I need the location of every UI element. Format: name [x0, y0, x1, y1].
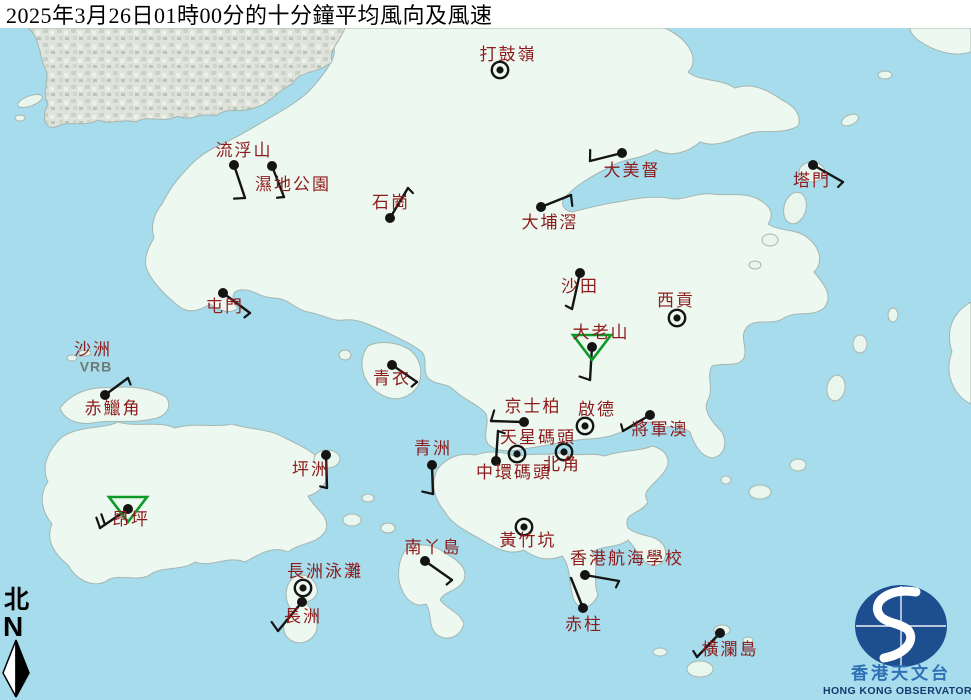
station-label: 大老山 [573, 323, 630, 342]
station-dot [297, 597, 307, 607]
station-label: 長洲 [284, 607, 322, 626]
station-label: 沙洲 [74, 340, 112, 359]
station-label: 青洲 [414, 439, 452, 458]
station-label: 濕地公園 [255, 175, 331, 194]
station-label: 赤鱲角 [85, 399, 142, 418]
station-label: 流浮山 [216, 141, 273, 160]
station-label: 屯門 [206, 297, 244, 316]
station-dot [580, 570, 590, 580]
station-label: 天星碼頭 [500, 428, 576, 447]
station-label: 京士柏 [505, 397, 562, 416]
calm-dot [581, 422, 589, 430]
station-dot [385, 213, 395, 223]
station-label: 赤柱 [565, 615, 603, 634]
station-label: 北角 [543, 455, 581, 474]
variable-wind-label: VRB [80, 359, 113, 375]
station-label: 香港航海學校 [570, 549, 684, 568]
station-dot [536, 202, 546, 212]
station-label: 石崗 [372, 193, 410, 212]
calm-dot [673, 314, 681, 322]
wind-barb [569, 193, 574, 208]
station-label: 西貢 [657, 291, 695, 310]
station-label: 塔門 [793, 171, 831, 190]
station-label: 將軍澳 [632, 420, 689, 439]
station-dot [808, 160, 818, 170]
station-label: 橫瀾島 [702, 640, 759, 659]
station-label: 沙田 [561, 277, 599, 296]
station-dot [587, 342, 597, 352]
station-dot [420, 556, 430, 566]
station-label: 青衣 [373, 369, 411, 388]
station-dot [617, 148, 627, 158]
station-dot [645, 410, 655, 420]
wind-map: 打鼓嶺流浮山濕地公園石崗 大美督塔門大埔滘沙田西貢 屯門沙洲VRB 赤鱲角 大老山青衣京… [0, 0, 971, 700]
calm-dot [513, 450, 521, 458]
calm-dot [520, 523, 528, 531]
map-title: 2025年3月26日01時00分的十分鐘平均風向及風速 [6, 3, 493, 28]
north-label-en: N [3, 611, 23, 642]
station-label: 中環碼頭 [476, 463, 552, 482]
hko-logo-name-en: HONG KONG OBSERVATORY [823, 685, 971, 697]
title-bar: 2025年3月26日01時00分的十分鐘平均風向及風速 [0, 0, 971, 28]
north-label-cn: 北 [4, 586, 29, 614]
calm-dot [299, 584, 307, 592]
station-label: 長洲泳灘 [287, 562, 363, 581]
hko-logo-name-cn: 香港天文台 [851, 663, 951, 683]
station-dot [229, 160, 239, 170]
station-dot [578, 603, 588, 613]
wind-barb [319, 485, 329, 490]
wind-barb [232, 196, 247, 200]
station-dot [519, 417, 529, 427]
station-dot [715, 628, 725, 638]
station-label: 啟德 [578, 400, 616, 419]
station-label: 昂坪 [112, 510, 150, 529]
station-label: 南丫島 [405, 538, 462, 557]
station-dot [427, 460, 437, 470]
station-label: 黃竹坑 [500, 531, 557, 550]
station-dot [267, 161, 277, 171]
station-label: 大埔滘 [522, 213, 579, 232]
station-dot [321, 450, 331, 460]
calm-dot [496, 66, 504, 74]
station-label: 大美督 [604, 161, 661, 180]
wind-barb [275, 195, 286, 199]
station-label: 坪洲 [292, 460, 330, 479]
station-label: 打鼓嶺 [480, 45, 537, 64]
